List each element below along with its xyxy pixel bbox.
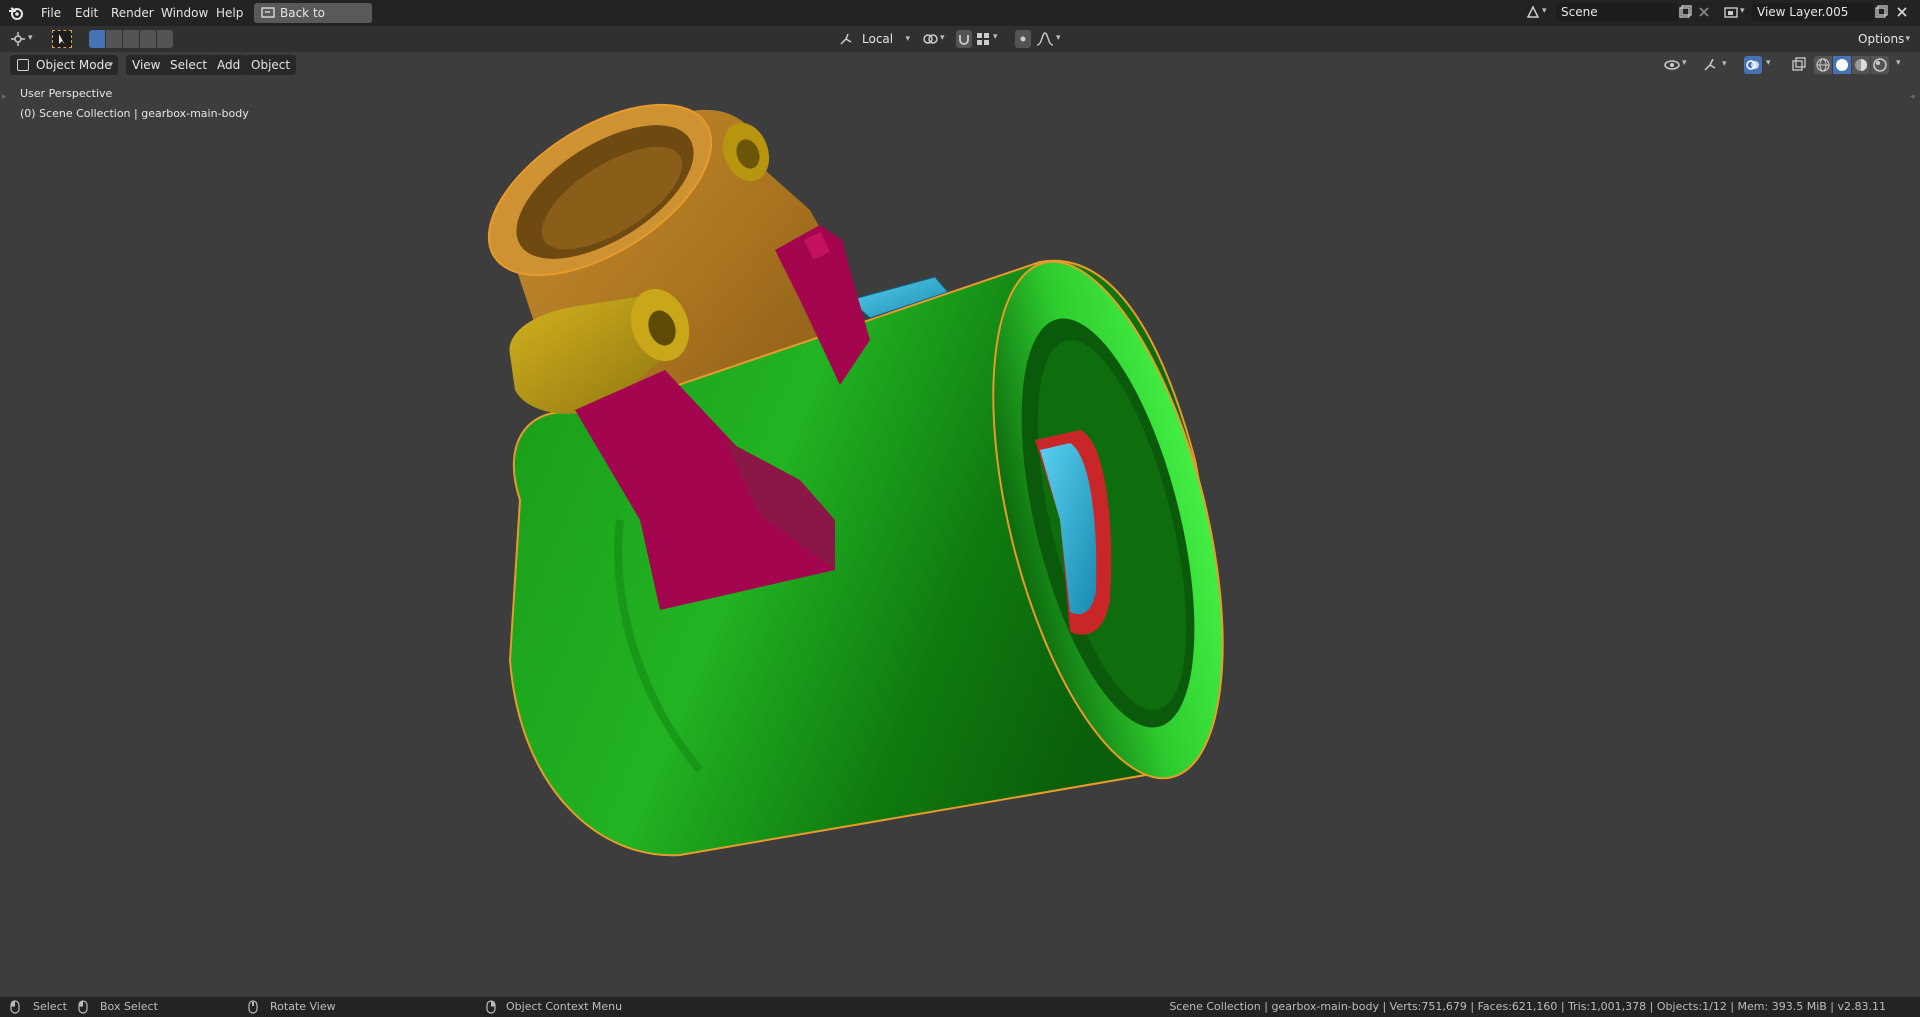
scene-statistics: Scene Collection | gearbox-main-body | V… <box>1169 1000 1886 1013</box>
close-icon[interactable] <box>1698 6 1710 18</box>
top-bar: File Edit Render Window Help Back to Pre… <box>0 0 1920 40</box>
blender-logo-icon[interactable] <box>8 5 24 21</box>
scene-name-label: Scene <box>1561 5 1598 19</box>
shading-options-icon[interactable]: ▾ <box>1896 58 1901 68</box>
header-menu-select[interactable]: Select <box>164 55 214 75</box>
viewport-header: Object Mode ▾ View Select Add Object ▾ ▾… <box>0 52 1920 78</box>
close-icon[interactable] <box>1896 6 1908 18</box>
object-mode-label: Object Mode <box>36 58 112 72</box>
mode-select-icon[interactable] <box>89 30 105 48</box>
back-icon <box>261 7 275 18</box>
xray-icon[interactable] <box>1790 56 1808 74</box>
menu-edit[interactable]: Edit <box>70 4 103 22</box>
status-rotate-label: Rotate View <box>270 1000 336 1013</box>
proportional-icon[interactable] <box>1015 30 1031 48</box>
solid-icon[interactable] <box>1833 56 1851 74</box>
3d-viewport[interactable]: User Perspective (0) Scene Collection | … <box>0 78 1920 997</box>
transform-orientation-dropdown[interactable]: Local ▾ <box>856 30 914 48</box>
transform-orientation-icon <box>838 31 854 50</box>
status-bar: Select Box Select Rotate View Object Con… <box>0 997 1920 1017</box>
status-box-select-label: Box Select <box>100 1000 158 1013</box>
menu-render[interactable]: Render <box>106 4 159 22</box>
header-menu-view[interactable]: View <box>126 55 167 75</box>
object-mode-icon <box>17 59 29 71</box>
editor-type-icon[interactable]: ▾ <box>10 31 38 47</box>
status-context-menu-label: Object Context Menu <box>506 1000 623 1013</box>
menu-file[interactable]: File <box>36 4 66 22</box>
menu-window[interactable]: Window <box>156 4 213 22</box>
header-menu-add[interactable]: Add <box>211 55 247 75</box>
mouse-icon <box>248 1000 258 1014</box>
tool-settings-bar: ▾ Local ▾ ▾ ▾ ▾ Options ▾ <box>0 26 1920 52</box>
mouse-icon <box>78 1000 88 1014</box>
mode-select-icon[interactable] <box>157 30 173 48</box>
mode-select-icon[interactable] <box>123 30 139 48</box>
gearbox-model[interactable] <box>0 78 1920 997</box>
scene-name-field[interactable]: Scene <box>1556 3 1678 21</box>
wireframe-icon[interactable] <box>1814 56 1832 74</box>
snap-icon[interactable] <box>956 30 972 48</box>
gizmo-icon[interactable]: ▾ <box>1702 57 1730 76</box>
scene-icon[interactable]: ▾ <box>1526 5 1550 21</box>
new-icon[interactable] <box>1874 5 1888 19</box>
select-tool-icon[interactable] <box>52 30 72 48</box>
mode-select-icon[interactable] <box>106 30 122 48</box>
pivot-icon[interactable]: ▾ <box>922 31 950 50</box>
new-icon[interactable] <box>1678 5 1692 19</box>
material-icon[interactable] <box>1852 56 1870 74</box>
mouse-icon <box>10 1000 20 1014</box>
menu-help[interactable]: Help <box>211 4 248 22</box>
mode-select-icon[interactable] <box>140 30 156 48</box>
mouse-icon <box>486 1000 496 1014</box>
orientation-label: Local <box>862 32 894 46</box>
rendered-icon[interactable] <box>1871 56 1889 74</box>
object-mode-dropdown[interactable]: Object Mode ▾ <box>10 55 118 75</box>
proportional-icon[interactable]: ▾ <box>1036 31 1066 50</box>
options-dropdown[interactable]: Options ▾ <box>1852 30 1914 48</box>
view-layer-field[interactable]: View Layer.005 <box>1752 3 1874 21</box>
view-layer-label: View Layer.005 <box>1757 5 1849 19</box>
header-menu-object[interactable]: Object <box>245 55 297 75</box>
view-layer-icon[interactable]: ▾ <box>1724 5 1748 21</box>
visibility-icon[interactable]: ▾ <box>1664 58 1692 75</box>
snap-icon[interactable]: ▾ <box>976 32 1002 49</box>
options-label: Options <box>1858 32 1905 46</box>
back-to-previous-button[interactable]: Back to Previous <box>254 3 372 40</box>
status-select-label: Select <box>33 1000 67 1013</box>
